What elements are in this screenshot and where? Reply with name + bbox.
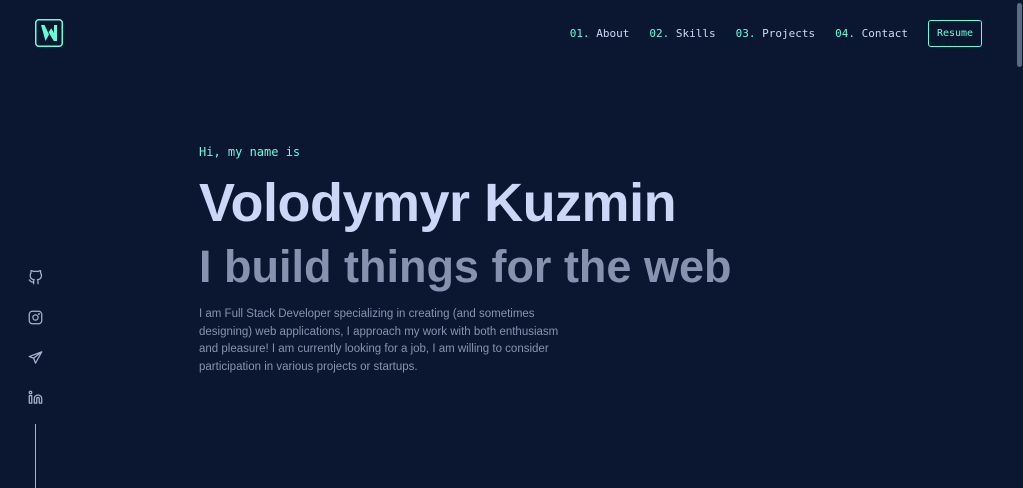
- nav-item-about[interactable]: 01. About: [570, 27, 630, 40]
- social-divider-line: [35, 424, 36, 488]
- nav-label: Contact: [861, 27, 908, 40]
- hero-name: Volodymyr Kuzmin: [199, 173, 677, 233]
- scrollbar[interactable]: [1015, 0, 1023, 488]
- logo-icon[interactable]: [35, 19, 63, 47]
- instagram-icon[interactable]: [28, 310, 43, 325]
- nav-item-contact[interactable]: 04. Contact: [835, 27, 908, 40]
- scrollbar-thumb[interactable]: [1017, 3, 1022, 67]
- hero-greeting: Hi, my name is: [199, 145, 301, 159]
- hero-tagline: I build things for the web: [199, 241, 732, 292]
- nav-label: About: [596, 27, 630, 40]
- resume-button[interactable]: Resume: [928, 20, 982, 47]
- nav-number: 04.: [835, 27, 856, 40]
- nav-label: Projects: [762, 27, 816, 40]
- nav-label: Skills: [675, 27, 716, 40]
- nav-number: 01.: [569, 27, 590, 40]
- hero-bio: I am Full Stack Developer specializing i…: [199, 308, 559, 373]
- nav-number: 03.: [735, 27, 756, 40]
- nav-number: 02.: [649, 27, 670, 40]
- nav-item-skills[interactable]: 02. Skills: [649, 27, 715, 40]
- github-icon[interactable]: [28, 270, 43, 285]
- nav-item-projects[interactable]: 03. Projects: [736, 27, 815, 40]
- telegram-icon[interactable]: [28, 350, 43, 365]
- main-nav: 01. About 02. Skills 03. Projects 04. Co…: [570, 27, 908, 40]
- linkedin-icon[interactable]: [28, 390, 43, 405]
